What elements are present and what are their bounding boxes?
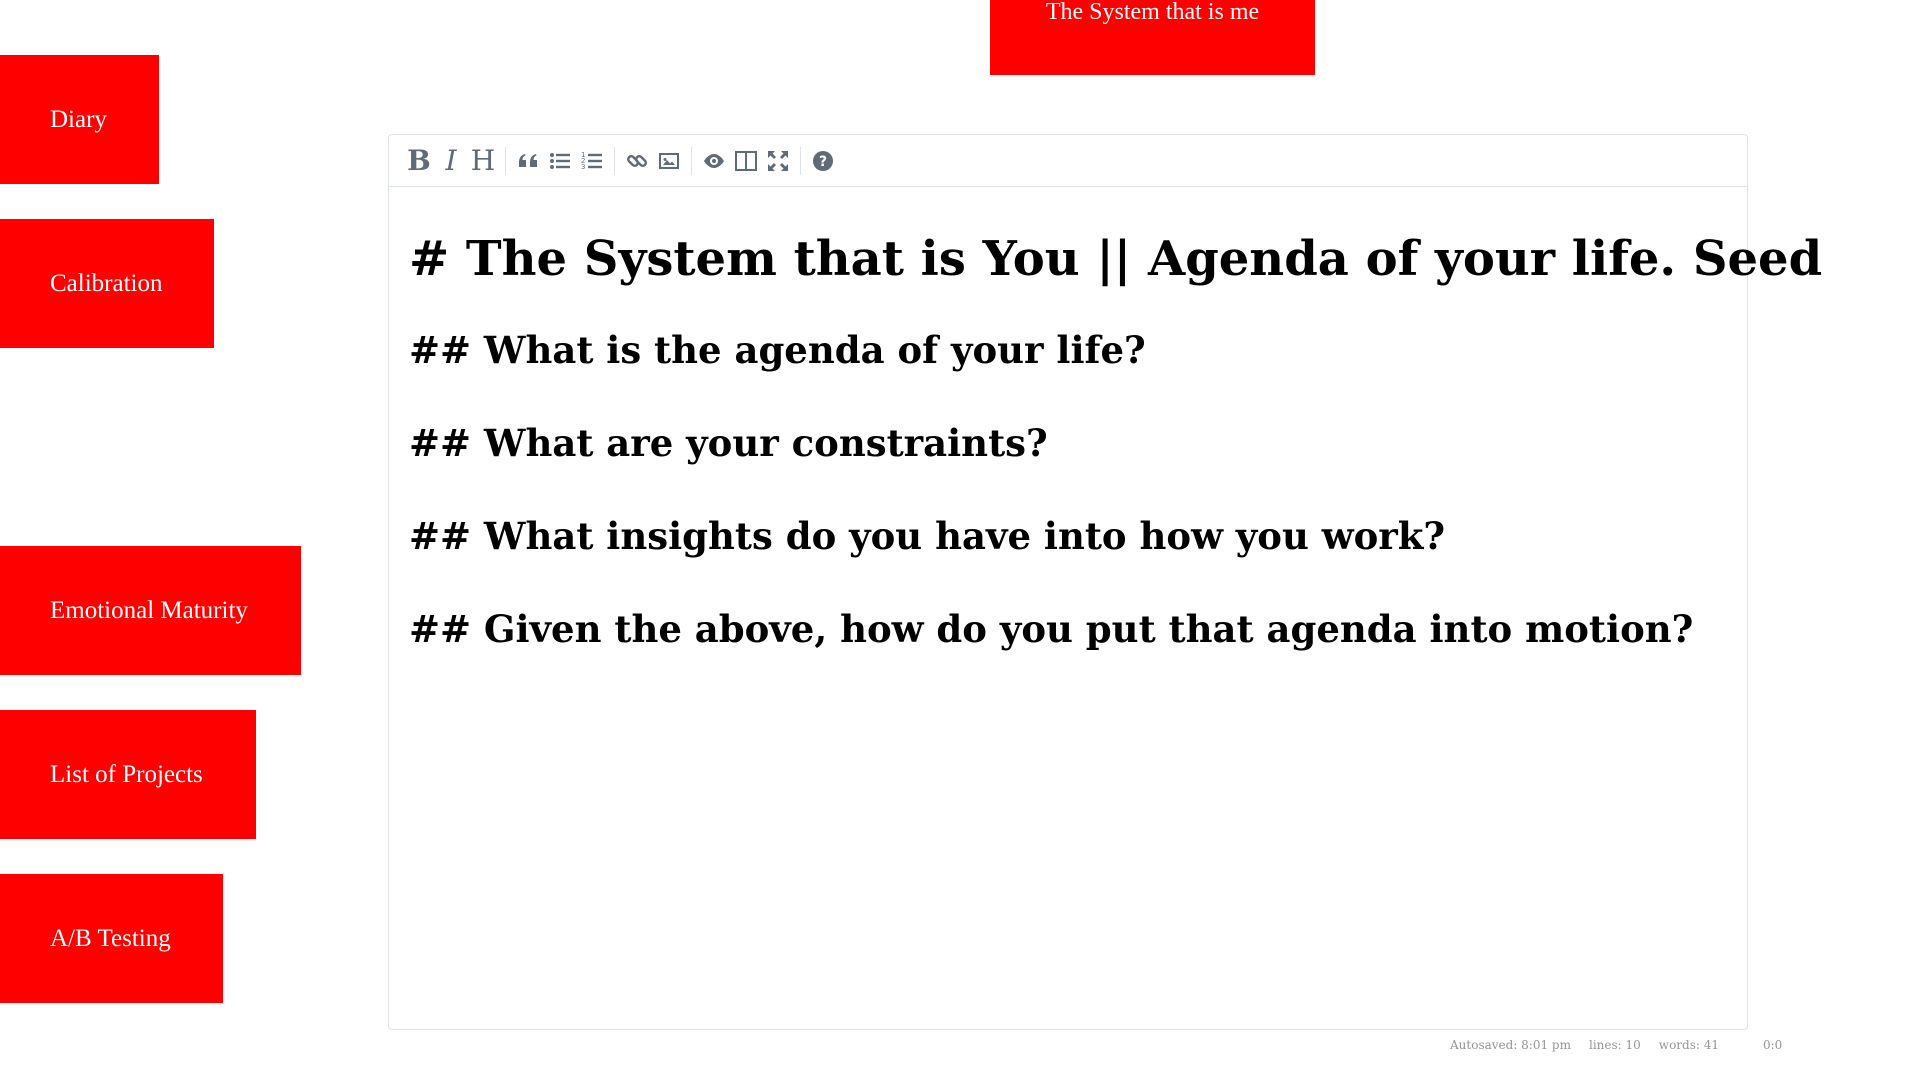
image-icon [659, 152, 679, 169]
quote-icon [519, 153, 537, 167]
svg-text:?: ? [819, 154, 827, 170]
italic-button[interactable]: I [435, 144, 467, 177]
word-count: words: 41 [1658, 1038, 1719, 1052]
nav-button-diary[interactable]: Diary [0, 55, 159, 184]
editor-heading-1: # The System that is You || Agenda of yo… [409, 231, 1823, 287]
editor-toolbar: B I H 1 2 3 ? [389, 135, 1747, 187]
cursor-position: 0:0 [1763, 1038, 1783, 1052]
nav-button-ab-testing[interactable]: A/B Testing [0, 874, 223, 1003]
svg-text:3: 3 [581, 163, 585, 171]
editor-heading-2: ## What is the agenda of your life? [409, 328, 1146, 372]
question-icon: ? [813, 150, 833, 171]
preview-button[interactable] [698, 145, 730, 177]
markdown-editor: B I H 1 2 3 ? # The System that is You |… [388, 134, 1823, 1030]
unordered-list-button[interactable] [544, 145, 576, 177]
toolbar-separator [691, 146, 692, 175]
nav-button-emotional-maturity[interactable]: Emotional Maturity [0, 546, 301, 675]
fullscreen-button[interactable] [762, 145, 794, 177]
nav-button-calibration[interactable]: Calibration [0, 219, 214, 348]
page-title: The System that is me [990, 0, 1315, 75]
editor-content[interactable]: # The System that is You || Agenda of yo… [389, 187, 1823, 673]
editor-statusbar: Autosaved: 8:01 pm lines: 10 words: 41 0… [1450, 1038, 1782, 1052]
toolbar-separator [800, 146, 801, 175]
toolbar-separator [614, 146, 615, 175]
quote-button[interactable] [512, 145, 544, 177]
eye-icon [704, 153, 724, 168]
editor-heading-2: ## What insights do you have into how yo… [409, 514, 1446, 558]
side-by-side-button[interactable] [730, 145, 762, 177]
editor-heading-2: ## Given the above, how do you put that … [409, 607, 1694, 651]
nav-button-list-of-projects[interactable]: List of Projects [0, 710, 256, 839]
heading-button[interactable]: H [467, 144, 499, 177]
heading-icon: H [470, 144, 496, 177]
columns-icon [735, 150, 757, 171]
line-count: lines: 10 [1589, 1038, 1641, 1052]
ordered-list-button[interactable]: 1 2 3 [576, 145, 608, 177]
fullscreen-icon [768, 150, 788, 171]
editor-heading-2: ## What are your constraints? [409, 421, 1048, 465]
link-button[interactable] [621, 145, 653, 177]
bold-button[interactable]: B [403, 144, 435, 177]
toolbar-separator [505, 146, 506, 175]
guide-button[interactable]: ? [807, 145, 839, 177]
link-icon [627, 154, 647, 167]
image-button[interactable] [653, 145, 685, 177]
unordered-list-icon [550, 152, 570, 169]
ordered-list-icon: 1 2 3 [581, 151, 602, 171]
page: The System that is me Diary Calibration … [0, 0, 1920, 1080]
bold-icon: B [407, 144, 431, 177]
autosave-status: Autosaved: 8:01 pm [1450, 1038, 1571, 1052]
italic-icon: I [445, 144, 457, 177]
